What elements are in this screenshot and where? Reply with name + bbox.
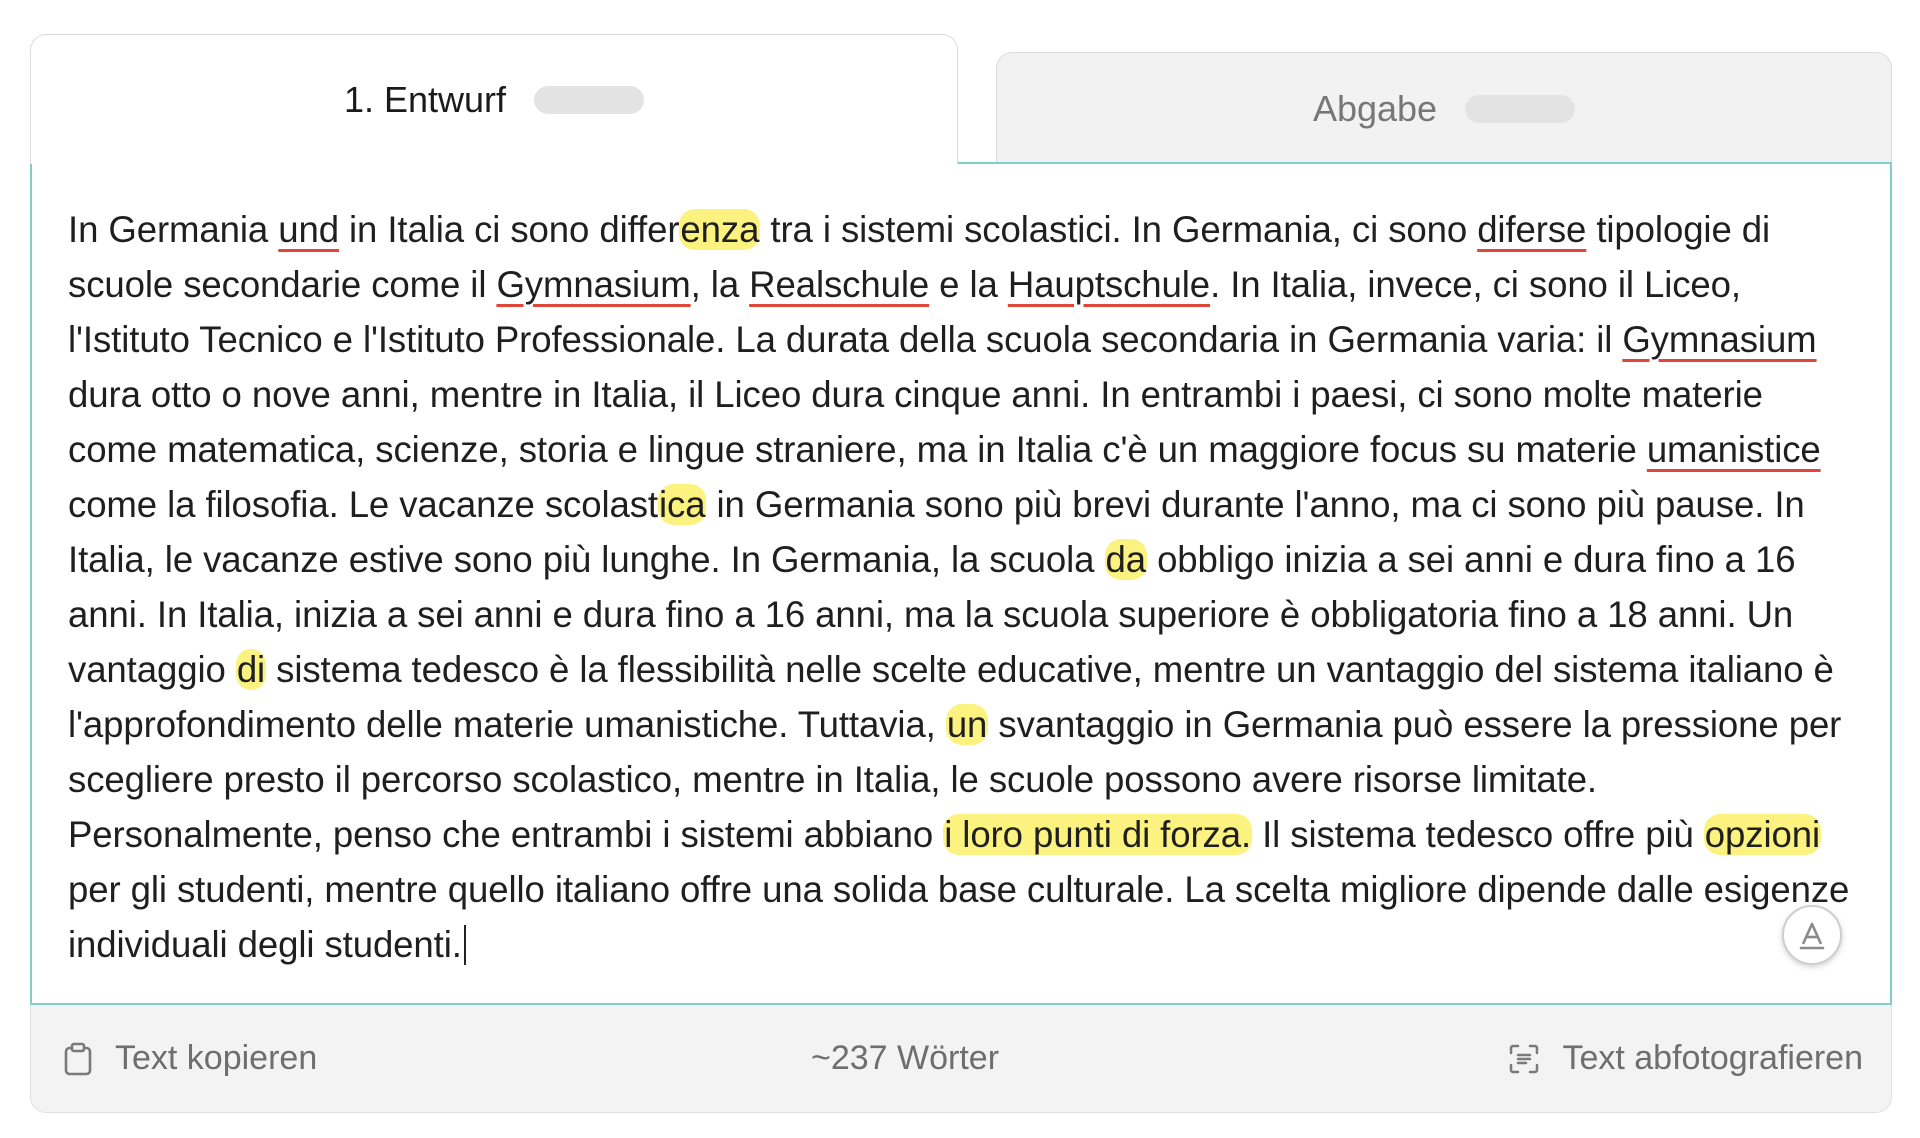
grammar-suggestion-highlight[interactable]: ica	[657, 484, 707, 525]
essay-text[interactable]: In Germania und in Italia ci sono differ…	[68, 202, 1854, 972]
word-count: ~237 Wörter	[811, 1039, 1000, 1077]
spelling-error-word[interactable]: Gymnasium	[496, 264, 690, 305]
tab-submission[interactable]: Abgabe	[996, 52, 1892, 164]
text-cursor	[463, 925, 466, 965]
spelling-error-word[interactable]: Hauptschule	[1008, 264, 1210, 305]
grammar-suggestion-highlight[interactable]: di	[235, 649, 267, 690]
tab-bar: 1. Entwurf Abgabe	[30, 34, 1892, 164]
photograph-text-button[interactable]: Text abfotografieren	[1508, 1005, 1863, 1112]
grammar-suggestion-highlight[interactable]: un	[945, 704, 989, 745]
essay-editor[interactable]: In Germania und in Italia ci sono differ…	[30, 162, 1892, 1005]
scan-text-icon	[1510, 1044, 1539, 1073]
grammar-check-icon	[1799, 922, 1825, 950]
tab-draft-status-pill	[534, 85, 645, 114]
copy-text-label: Text kopieren	[115, 1039, 318, 1077]
editor-footer: Text kopieren ~237 Wörter Text abfotogra…	[30, 1005, 1892, 1113]
tab-submission-label: Abgabe	[1312, 87, 1438, 129]
clipboard-icon	[64, 1042, 92, 1075]
spelling-error-word[interactable]: Realschule	[749, 264, 929, 305]
grammar-suggestion-highlight[interactable]: enza	[679, 209, 761, 250]
spelling-error-word[interactable]: diferse	[1477, 209, 1586, 250]
spelling-error-word[interactable]: umanistice	[1647, 429, 1821, 470]
photograph-text-label: Text abfotografieren	[1562, 1039, 1863, 1077]
grammar-suggestion-highlight[interactable]: da	[1104, 539, 1147, 580]
tab-draft[interactable]: 1. Entwurf	[30, 34, 958, 164]
tab-submission-status-pill	[1465, 94, 1576, 123]
grammar-check-button[interactable]	[1782, 905, 1842, 965]
spelling-error-word[interactable]: Gymnasium	[1622, 319, 1816, 360]
tab-draft-label: 1. Entwurf	[343, 78, 507, 120]
spelling-error-word[interactable]: und	[278, 209, 339, 250]
copy-text-button[interactable]: Text kopieren	[63, 1005, 317, 1112]
grammar-suggestion-highlight[interactable]: i loro punti di forza.	[943, 814, 1253, 855]
grammar-suggestion-highlight[interactable]: opzioni	[1703, 814, 1822, 855]
